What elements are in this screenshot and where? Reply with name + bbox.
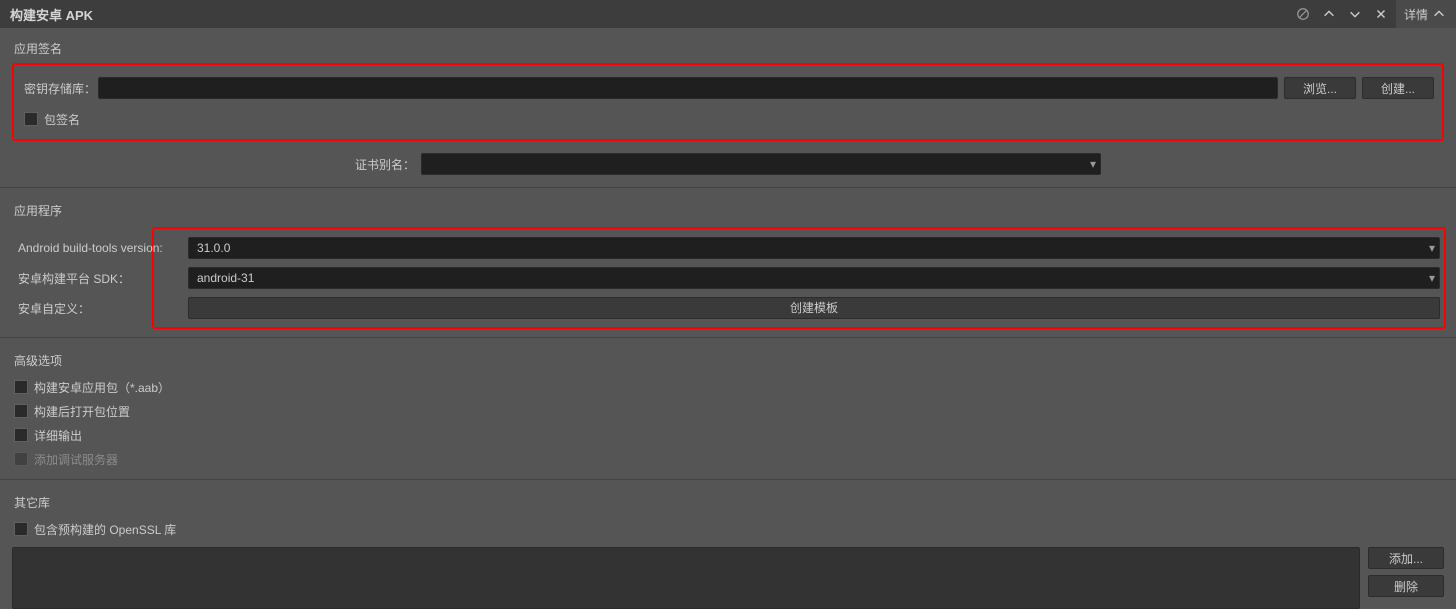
open-after-checkbox[interactable] bbox=[14, 404, 28, 418]
include-signature-checkbox[interactable] bbox=[24, 112, 38, 126]
otherlib-list[interactable] bbox=[12, 547, 1360, 609]
details-label: 详情 bbox=[1404, 6, 1428, 23]
window-title: 构建安卓 APK bbox=[10, 5, 1290, 24]
include-signature-label: 包签名 bbox=[44, 111, 80, 128]
debug-server-checkbox bbox=[14, 452, 28, 466]
remove-lib-button[interactable]: 删除 bbox=[1368, 575, 1444, 597]
buildtools-value: 31.0.0 bbox=[197, 241, 1429, 255]
application-section-title: 应用程序 bbox=[12, 196, 1444, 225]
chevron-down-icon: ▾ bbox=[1429, 271, 1435, 285]
cert-alias-row: 证书别名： ▾ bbox=[12, 149, 1444, 179]
buildtools-select[interactable]: 31.0.0 ▾ bbox=[188, 237, 1440, 259]
cert-alias-label: 证书别名： bbox=[355, 156, 415, 173]
signing-highlight-box: 密钥存储库： 浏览... 创建... 包签名 bbox=[12, 63, 1444, 141]
chevron-up-icon bbox=[1432, 7, 1446, 21]
separator bbox=[0, 337, 1456, 338]
add-lib-button[interactable]: 添加... bbox=[1368, 547, 1444, 569]
signing-section-title: 应用签名 bbox=[12, 34, 1444, 63]
application-highlight-box: Android build-tools version: 31.0.0 ▾ 安卓… bbox=[152, 227, 1446, 329]
collapse-up-icon[interactable] bbox=[1316, 0, 1342, 28]
sdk-label: 安卓构建平台 SDK： bbox=[14, 270, 182, 287]
browse-button[interactable]: 浏览... bbox=[1284, 77, 1356, 99]
otherlib-area: 添加... 删除 bbox=[12, 547, 1444, 609]
details-toggle[interactable]: 详情 bbox=[1396, 0, 1456, 28]
create-template-button[interactable]: 创建模板 bbox=[188, 297, 1440, 319]
titlebar: 构建安卓 APK 详情 bbox=[0, 0, 1456, 28]
aab-checkbox[interactable] bbox=[14, 380, 28, 394]
advanced-section-title: 高级选项 bbox=[12, 346, 1444, 375]
custom-label: 安卓自定义： bbox=[14, 300, 182, 317]
verbose-label: 详细输出 bbox=[34, 427, 82, 444]
openssl-label: 包含预构建的 OpenSSL 库 bbox=[34, 521, 176, 538]
keystore-label: 密钥存储库： bbox=[22, 80, 92, 97]
aab-label: 构建安卓应用包（*.aab） bbox=[34, 379, 170, 396]
keystore-input[interactable] bbox=[98, 77, 1278, 99]
open-after-label: 构建后打开包位置 bbox=[34, 403, 130, 420]
otherlib-section-title: 其它库 bbox=[12, 488, 1444, 517]
chevron-down-icon: ▾ bbox=[1090, 157, 1096, 171]
expand-down-icon[interactable] bbox=[1342, 0, 1368, 28]
debug-server-label: 添加调试服务器 bbox=[34, 451, 118, 468]
separator bbox=[0, 479, 1456, 480]
close-icon[interactable] bbox=[1368, 0, 1394, 28]
cert-alias-select[interactable]: ▾ bbox=[421, 153, 1101, 175]
openssl-checkbox[interactable] bbox=[14, 522, 28, 536]
create-button[interactable]: 创建... bbox=[1362, 77, 1434, 99]
separator bbox=[0, 187, 1456, 188]
cancel-icon[interactable] bbox=[1290, 0, 1316, 28]
sdk-value: android-31 bbox=[197, 271, 1429, 285]
buildtools-label: Android build-tools version: bbox=[14, 241, 182, 255]
verbose-checkbox[interactable] bbox=[14, 428, 28, 442]
sdk-select[interactable]: android-31 ▾ bbox=[188, 267, 1440, 289]
chevron-down-icon: ▾ bbox=[1429, 241, 1435, 255]
